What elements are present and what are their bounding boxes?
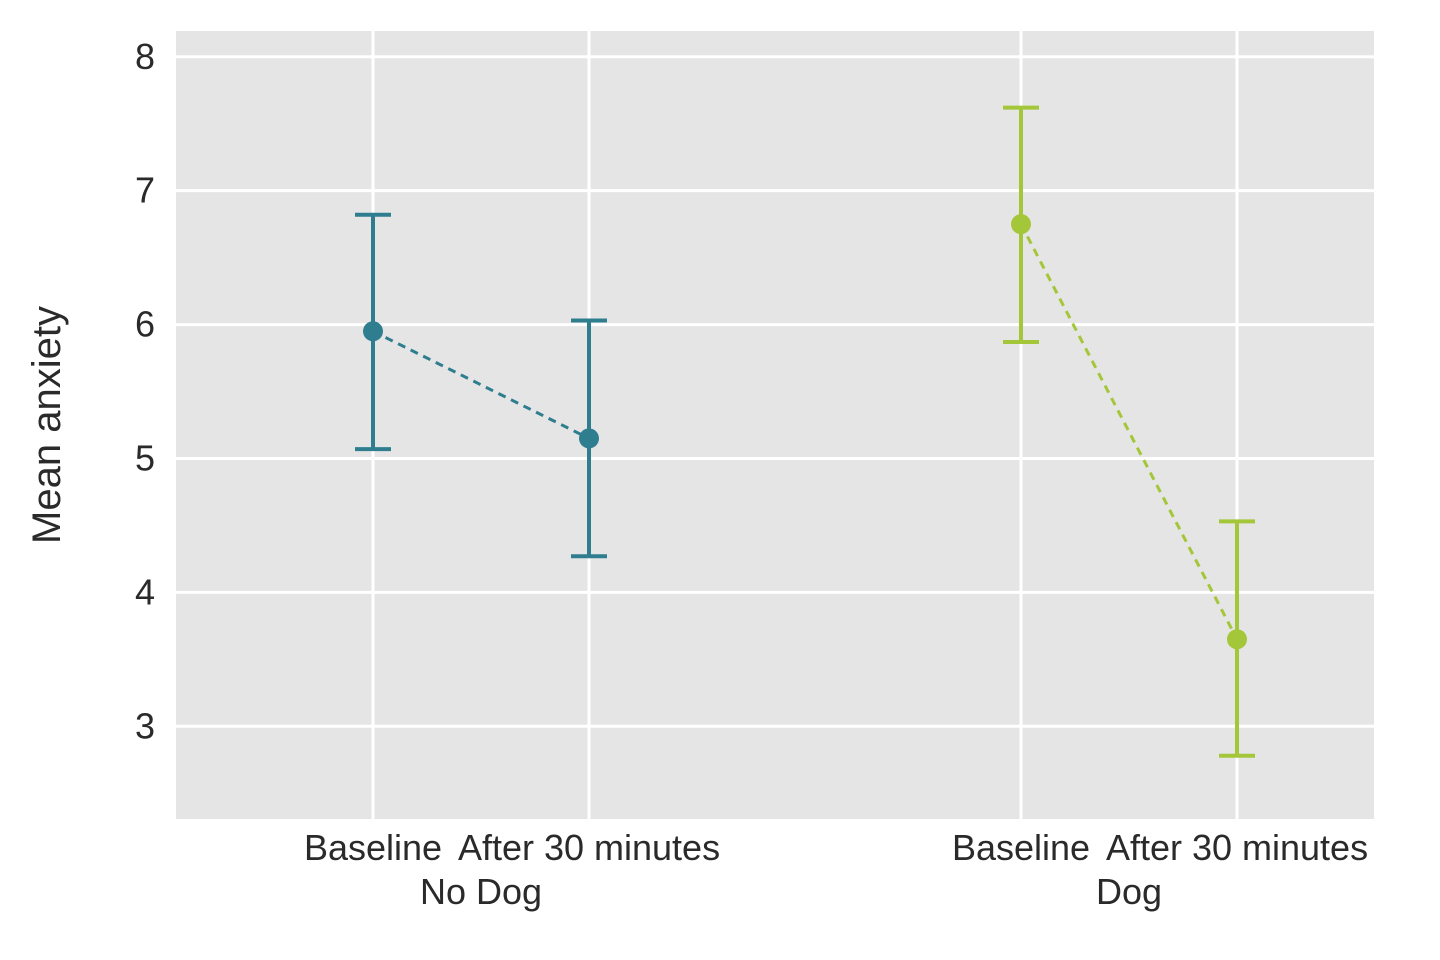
y-tick-label: 3 [135,705,155,746]
y-tick-label: 4 [135,571,155,612]
y-axis-title: Mean anxiety [25,306,69,544]
x-tick-label: After 30 minutes [1106,827,1368,868]
x-group-label: Dog [1096,871,1162,912]
y-tick-label: 8 [135,36,155,77]
plot-background [175,30,1375,820]
x-group-label: No Dog [420,871,542,912]
data-point [579,428,599,448]
data-point [1011,214,1031,234]
x-tick-label: Baseline [952,827,1090,868]
x-tick-label: After 30 minutes [458,827,720,868]
y-tick-label: 6 [135,304,155,345]
y-tick-label: 5 [135,437,155,478]
data-point [1227,629,1247,649]
anxiety-errorbar-chart: 345678BaselineAfter 30 minutesNo DogBase… [0,0,1440,960]
y-tick-label: 7 [135,170,155,211]
data-point [363,321,383,341]
x-tick-label: Baseline [304,827,442,868]
